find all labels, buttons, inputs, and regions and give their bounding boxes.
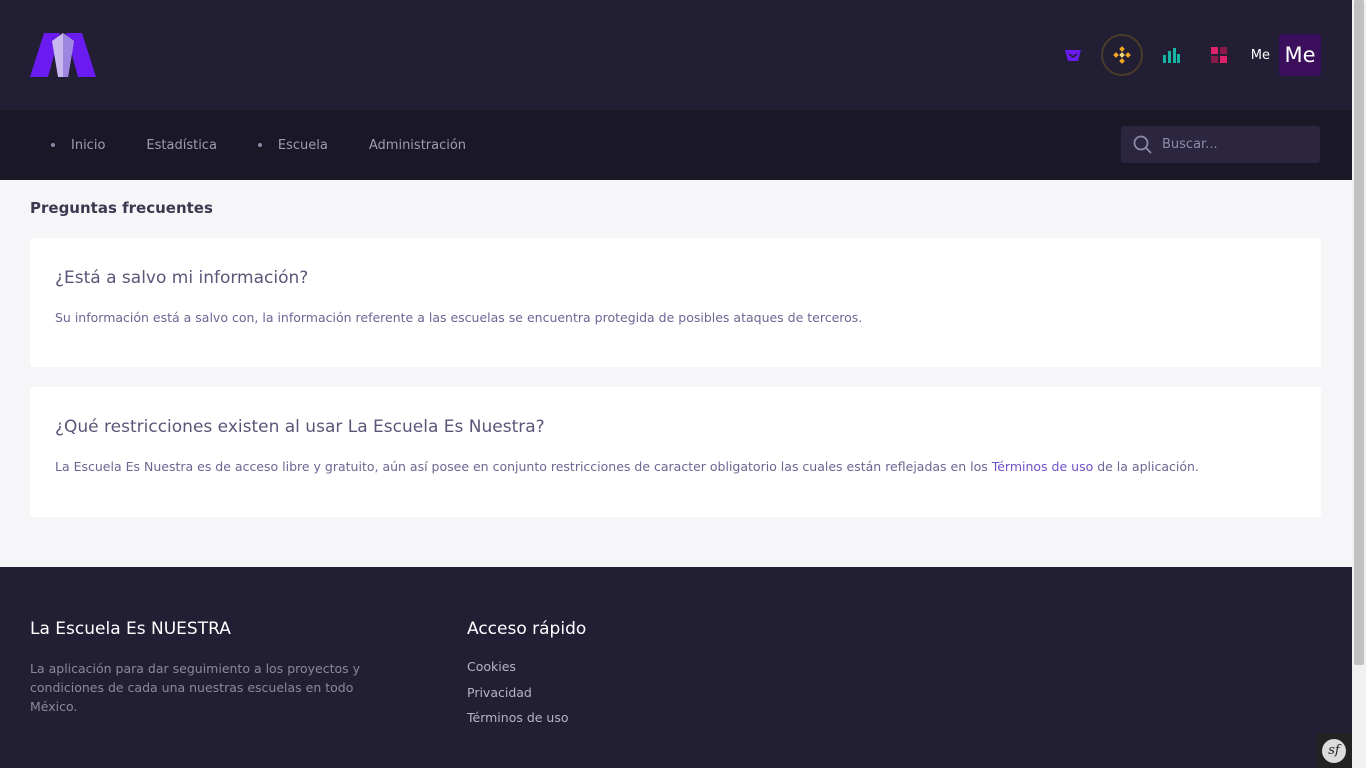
bullet-dot <box>51 143 55 147</box>
nav-label: Inicio <box>71 137 106 153</box>
user-name[interactable]: Me <box>1251 48 1270 63</box>
main-content: Preguntas frecuentes ¿Está a salvo mi in… <box>0 180 1352 567</box>
faq-answer-text: La Escuela Es Nuestra es de acceso libre… <box>55 459 992 474</box>
nav-item-administracion[interactable]: Administración <box>369 138 466 153</box>
vertical-scrollbar[interactable] <box>1352 0 1366 768</box>
faq-question: ¿Está a salvo mi información? <box>55 268 309 288</box>
footer-link-terminos[interactable]: Términos de uso <box>467 710 569 736</box>
search-icon <box>1133 135 1152 154</box>
basket-icon[interactable] <box>1052 34 1094 76</box>
footer-link-cookies[interactable]: Cookies <box>467 659 569 685</box>
top-header: Me Me <box>0 0 1352 110</box>
main-nav: Inicio Estadística Escuela Administració… <box>0 110 1352 180</box>
search-box[interactable] <box>1121 126 1320 163</box>
nav-label: Estadística <box>146 137 217 153</box>
nav-label: Escuela <box>277 137 328 153</box>
symfony-toolbar-toggle[interactable]: sf <box>1316 733 1352 768</box>
page-title: Preguntas frecuentes <box>30 199 213 217</box>
header-actions: Me Me <box>1045 34 1321 76</box>
terms-link[interactable]: Términos de uso <box>992 459 1094 474</box>
faq-answer: La Escuela Es Nuestra es de acceso libre… <box>55 457 1296 477</box>
faq-card: ¿Está a salvo mi información? Su informa… <box>30 238 1321 367</box>
nav-item-inicio[interactable]: Inicio <box>51 138 105 153</box>
app-logo[interactable] <box>30 33 96 77</box>
grid-icon[interactable] <box>1199 34 1241 76</box>
nav-item-estadistica[interactable]: Estadística <box>146 138 217 153</box>
diamond-icon[interactable] <box>1100 34 1143 76</box>
bar-chart-icon[interactable] <box>1150 34 1192 76</box>
footer-description: La aplicación para dar seguimiento a los… <box>30 661 361 714</box>
footer-links: Cookies Privacidad Términos de uso <box>467 659 569 736</box>
bullet-dot <box>257 143 262 147</box>
scrollbar-thumb[interactable] <box>1354 0 1364 665</box>
footer-quick-title: Acceso rápido <box>467 619 587 639</box>
footer-link-privacidad[interactable]: Privacidad <box>467 685 569 711</box>
symfony-icon: sf <box>1322 738 1346 763</box>
user-avatar[interactable]: Me <box>1279 34 1321 76</box>
nav-item-escuela[interactable]: Escuela <box>257 137 328 153</box>
nav-label: Administración <box>368 137 467 153</box>
faq-card: ¿Qué restricciones existen al usar La Es… <box>30 387 1321 517</box>
faq-answer-text: de la aplicación. <box>1093 459 1199 474</box>
footer: La Escuela Es NUESTRA La aplicación para… <box>0 567 1352 768</box>
footer-brand-title: La Escuela Es NUESTRA <box>30 619 231 639</box>
faq-answer: Su información está a salvo con, la info… <box>55 310 863 325</box>
nav-menu: Inicio Estadística Escuela Administració… <box>51 110 507 180</box>
search-input[interactable] <box>1162 137 1312 152</box>
faq-question: ¿Qué restricciones existen al usar La Es… <box>55 417 545 437</box>
